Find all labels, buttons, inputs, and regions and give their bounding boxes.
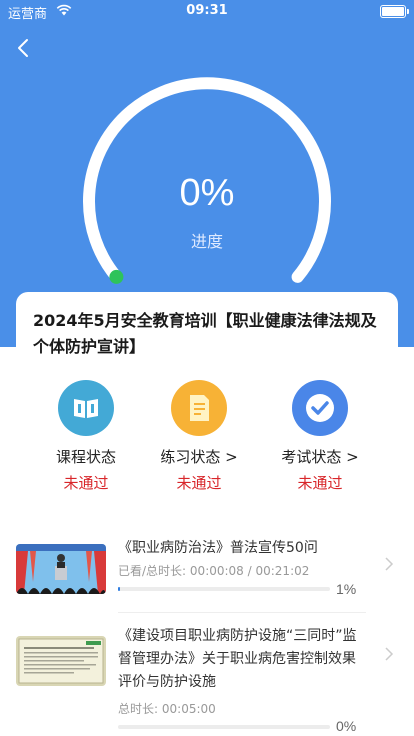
lesson-progress-bar bbox=[118, 587, 330, 591]
lesson-progress-fill bbox=[118, 587, 121, 591]
progress-label: 进度 bbox=[190, 232, 223, 251]
lesson-title: 《建设项目职业病防护设施“三同时”监督管理办法》关于职业病危害控制效果评价与防护… bbox=[118, 628, 357, 690]
exam-status-value: 未通过 bbox=[297, 474, 343, 492]
lesson-progress-percent: 1% bbox=[336, 581, 357, 597]
lesson-meta: 总时长: 00:05:00 bbox=[118, 700, 216, 717]
divider bbox=[118, 612, 366, 613]
course-status-value: 未通过 bbox=[63, 474, 109, 492]
lesson-title: 《职业病防治法》普法宣传50问 bbox=[118, 540, 318, 556]
progress-gauge bbox=[83, 77, 331, 284]
lesson-meta: 已看/总时长: 00:00:08 / 00:21:02 bbox=[118, 562, 309, 579]
lesson-meta-value: 00:00:08 / 00:21:02 bbox=[189, 564, 310, 578]
course-title: 2024年5月安全教育培训【职业健康法律法规及个体防护宣讲】 bbox=[33, 311, 377, 356]
chevron-right-icon bbox=[385, 647, 394, 661]
book-icon bbox=[58, 380, 114, 436]
lesson-meta-value: 00:05:00 bbox=[161, 702, 216, 716]
lesson-thumbnail bbox=[16, 544, 106, 594]
exam-status[interactable]: 考试状态 > 未通过 bbox=[260, 380, 380, 493]
lesson-progress-percent: 0% bbox=[336, 718, 357, 734]
exam-status-label: 考试状态 > bbox=[281, 448, 359, 466]
course-status: 课程状态 未通过 bbox=[26, 380, 146, 493]
lesson-item[interactable]: 《建设项目职业病防护设施“三同时”监督管理办法》关于职业病危害控制效果评价与防护… bbox=[0, 618, 414, 736]
lesson-meta-label: 总时长: bbox=[118, 702, 159, 716]
practice-status-value: 未通过 bbox=[176, 474, 222, 492]
practice-status-label: 练习状态 > bbox=[160, 448, 238, 466]
progress-percentage: 0% bbox=[179, 172, 235, 214]
document-icon bbox=[171, 380, 227, 436]
course-card: 2024年5月安全教育培训【职业健康法律法规及个体防护宣讲】 bbox=[16, 292, 398, 372]
chevron-right-icon bbox=[385, 557, 394, 571]
practice-status[interactable]: 练习状态 > 未通过 bbox=[139, 380, 259, 493]
lesson-thumbnail bbox=[16, 636, 106, 686]
course-status-label: 课程状态 bbox=[55, 448, 116, 466]
progress-gauge-indicator bbox=[109, 269, 124, 284]
lesson-meta-label: 已看/总时长: bbox=[118, 564, 187, 578]
lesson-progress-bar bbox=[118, 725, 330, 729]
check-circle-icon bbox=[292, 380, 348, 436]
lesson-item[interactable]: 《职业病防治法》普法宣传50问 已看/总时长: 00:00:08 / 00:21… bbox=[0, 530, 414, 612]
